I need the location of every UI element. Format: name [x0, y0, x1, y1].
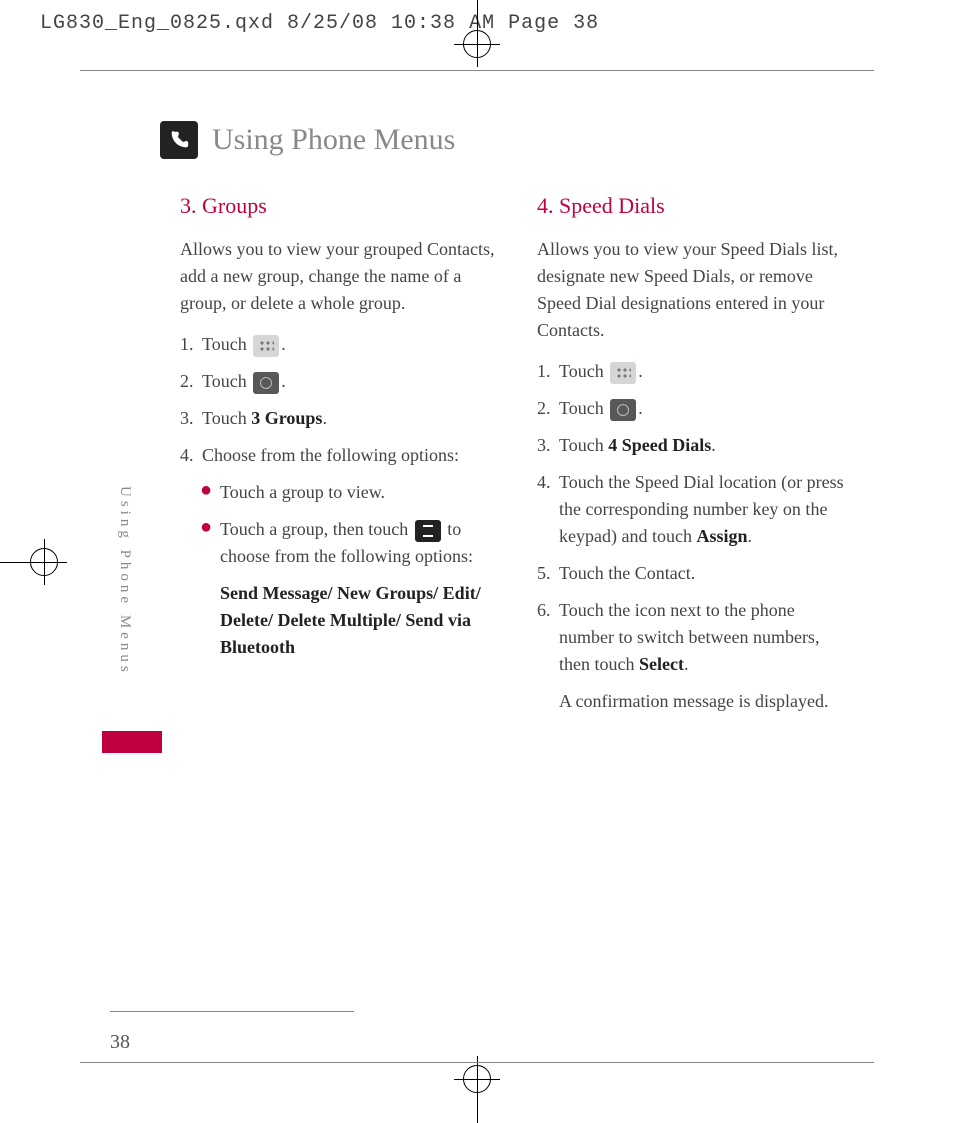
crop-mark-bottom — [447, 1063, 507, 1123]
bold-text: 4 Speed Dials — [608, 435, 711, 455]
groups-step-4: 4. Choose from the following options: — [180, 442, 497, 469]
bold-text: Assign — [696, 526, 747, 546]
bold-text: 3 Groups — [251, 408, 322, 428]
text: . — [638, 361, 643, 381]
column-right: 4. Speed Dials Allows you to view your S… — [537, 189, 854, 725]
text: Touch — [202, 334, 251, 354]
text: Touch the icon next to the phone number … — [559, 600, 819, 674]
text: . — [747, 526, 752, 546]
menu-grid-icon — [253, 335, 279, 357]
sd-step-5: 5. Touch the Contact. — [537, 560, 854, 587]
groups-step-2: 2. Touch . — [180, 368, 497, 395]
groups-step-1: 1. Touch . — [180, 331, 497, 358]
text: Touch — [202, 408, 251, 428]
text: Touch a group, then touch — [220, 519, 413, 539]
page-title-row: Using Phone Menus — [160, 121, 874, 159]
sd-step-3: 3. Touch 4 Speed Dials. — [537, 432, 854, 459]
text: . — [684, 654, 689, 674]
text: Touch — [559, 398, 608, 418]
side-accent-bar — [102, 731, 162, 753]
sd-step-1: 1. Touch . — [537, 358, 854, 385]
text: Touch a group to view. — [220, 479, 385, 506]
contacts-icon — [610, 399, 636, 421]
page-title-text: Using Phone Menus — [212, 123, 455, 157]
confirmation-text: A confirmation message is displayed. — [559, 688, 854, 715]
text: Touch — [202, 371, 251, 391]
options-icon — [415, 520, 441, 542]
crop-mark-top — [447, 0, 507, 60]
groups-heading: 3. Groups — [180, 189, 497, 222]
text: . — [281, 371, 286, 391]
menu-grid-icon — [610, 362, 636, 384]
side-section-label: Using Phone Menus — [116, 486, 133, 676]
sd-step-6: 6. Touch the icon next to the phone numb… — [537, 597, 854, 715]
sd-step-4: 4. Touch the Speed Dial location (or pre… — [537, 469, 854, 550]
groups-bullet-1: ● Touch a group to view. — [200, 479, 497, 506]
contacts-icon — [253, 372, 279, 394]
crop-mark-left — [0, 532, 60, 592]
page-number: 38 — [110, 1031, 130, 1054]
column-left: 3. Groups Allows you to view your groupe… — [180, 189, 497, 725]
speed-dials-heading: 4. Speed Dials — [537, 189, 854, 222]
groups-step-3: 3. Touch 3 Groups. — [180, 405, 497, 432]
page-frame: Using Phone Menus Using Phone Menus 3. G… — [80, 70, 874, 1063]
sd-step-2: 2. Touch . — [537, 395, 854, 422]
text: Touch — [559, 435, 608, 455]
groups-intro: Allows you to view your grouped Contacts… — [180, 236, 497, 317]
text: . — [281, 334, 286, 354]
groups-options-list: Send Message/ New Groups/ Edit/ Delete/ … — [220, 580, 497, 661]
groups-bullet-2: ● Touch a group, then touch to choose fr… — [200, 516, 497, 570]
bold-text: Select — [639, 654, 684, 674]
text: Touch — [559, 361, 608, 381]
text: . — [322, 408, 327, 428]
footer-rule — [110, 1011, 354, 1012]
text: . — [638, 398, 643, 418]
text: . — [711, 435, 716, 455]
speed-dials-intro: Allows you to view your Speed Dials list… — [537, 236, 854, 344]
phone-icon — [160, 121, 198, 159]
